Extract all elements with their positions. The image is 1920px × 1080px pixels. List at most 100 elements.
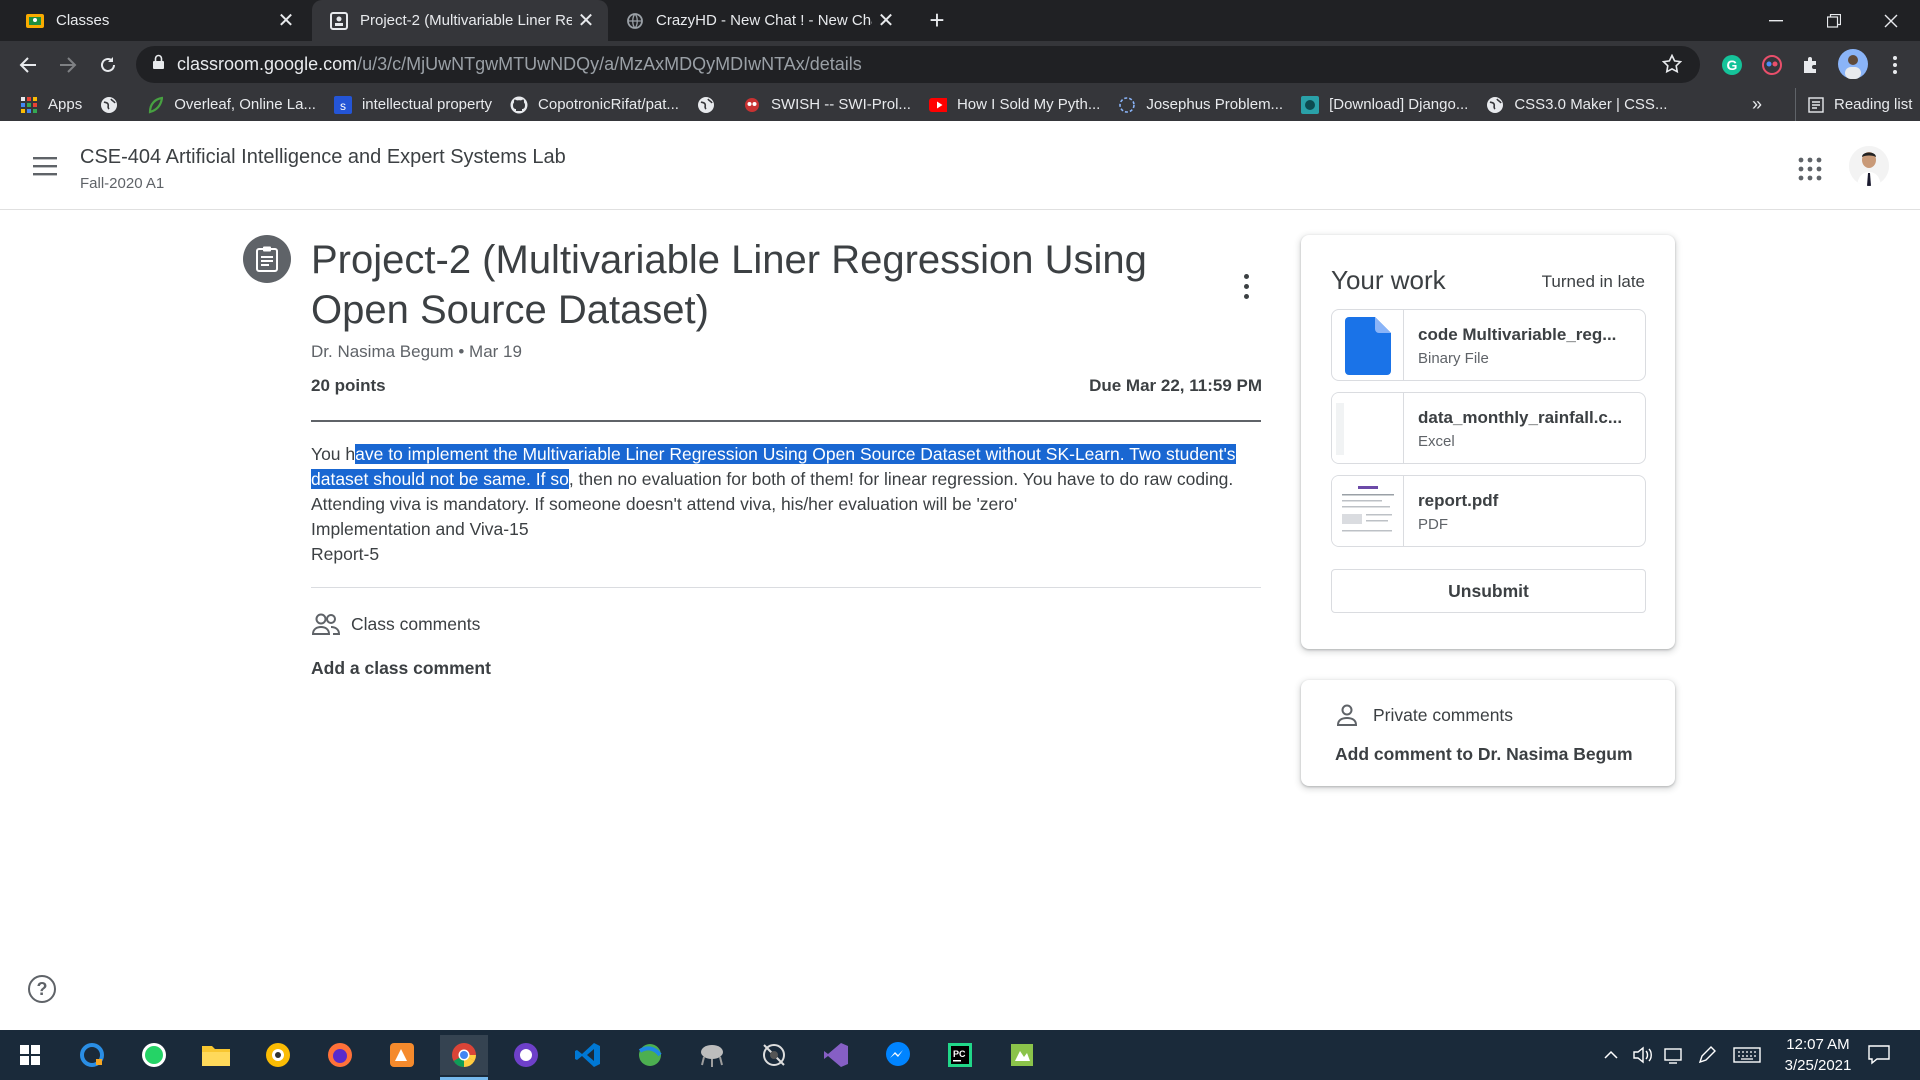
app-icon[interactable] xyxy=(378,1035,426,1075)
bookmark-josephus[interactable]: Josephus Problem... xyxy=(1118,91,1283,119)
profile-avatar[interactable] xyxy=(1838,49,1868,79)
clock-date: 3/25/2021 xyxy=(1784,1057,1852,1074)
divider xyxy=(311,420,1261,422)
bookmark-django[interactable]: [Download] Django... xyxy=(1301,91,1468,119)
back-button[interactable] xyxy=(12,49,44,81)
tab-classes[interactable]: Classes ✕ xyxy=(8,0,308,41)
network-icon[interactable] xyxy=(1664,1030,1686,1080)
app-icon[interactable] xyxy=(626,1035,674,1075)
add-class-comment-button[interactable]: Add a class comment xyxy=(311,658,491,679)
github-icon xyxy=(510,96,528,114)
windows-start-icon[interactable] xyxy=(6,1035,54,1075)
volume-icon[interactable] xyxy=(1632,1030,1654,1080)
system-clock[interactable]: 12:07 AM 3/25/2021 xyxy=(1770,1034,1866,1076)
bookmark-css3-maker[interactable]: CSS3.0 Maker | CSS... xyxy=(1486,91,1667,119)
bookmark-github[interactable]: CopotronicRifat/pat... xyxy=(510,91,679,119)
close-window-button[interactable] xyxy=(1862,0,1920,41)
grammarly-extension-icon[interactable]: G xyxy=(1720,53,1744,77)
close-tab-icon[interactable]: ✕ xyxy=(272,7,300,35)
app-icon[interactable] xyxy=(254,1035,302,1075)
pen-icon[interactable] xyxy=(1697,1030,1717,1080)
new-tab-button[interactable]: + xyxy=(923,5,951,35)
whatsapp-icon[interactable] xyxy=(130,1035,178,1075)
bookmark-apps[interactable]: Apps xyxy=(20,91,82,119)
globe-icon xyxy=(697,96,715,114)
search-app-icon[interactable] xyxy=(68,1035,116,1075)
url-path: /u/3/c/MjUwNTgwMTUwNDQy/a/MzAxMDQyMDIwNT… xyxy=(357,54,862,74)
firefox-icon[interactable] xyxy=(316,1035,364,1075)
bookmark-label: Josephus Problem... xyxy=(1146,96,1284,113)
bookmark-globe-2[interactable] xyxy=(697,91,725,119)
app-icon[interactable] xyxy=(998,1035,1046,1075)
tab-project-2[interactable]: Project-2 (Multivariable Liner Reg ✕ xyxy=(312,0,608,41)
bookmark-globe[interactable] xyxy=(100,91,128,119)
close-tab-icon[interactable]: ✕ xyxy=(572,7,600,35)
tab-crazyhd[interactable]: CrazyHD - New Chat ! - New Cha ✕ xyxy=(608,0,908,41)
class-comments-header: Class comments xyxy=(311,612,480,636)
add-private-comment-button[interactable]: Add comment to Dr. Nasima Begum xyxy=(1335,744,1633,765)
app-icon[interactable] xyxy=(750,1035,798,1075)
attachment-name: code Multivariable_reg... xyxy=(1418,325,1617,344)
minimize-button[interactable] xyxy=(1747,0,1805,41)
assignment-favicon-icon xyxy=(330,11,348,30)
course-title[interactable]: CSE-404 Artificial Intelligence and Expe… xyxy=(80,146,566,169)
swish-owl-icon xyxy=(743,96,761,114)
more-bookmarks-button[interactable]: » xyxy=(1752,88,1762,121)
reload-button[interactable] xyxy=(92,49,124,81)
chrome-icon[interactable] xyxy=(440,1035,488,1080)
more-options-icon[interactable] xyxy=(1232,270,1260,302)
tab-title: Classes xyxy=(56,12,110,29)
bookmark-label: CopotronicRifat/pat... xyxy=(538,96,679,113)
pdf-thumbnail-icon xyxy=(1332,476,1404,546)
pycharm-icon[interactable]: PC xyxy=(936,1035,984,1075)
file-explorer-icon[interactable] xyxy=(192,1035,240,1075)
file-icon xyxy=(1332,310,1404,380)
bookmark-swish[interactable]: SWISH -- SWI-Prol... xyxy=(743,91,911,119)
reading-list-button[interactable]: Reading list xyxy=(1795,88,1912,121)
attachment-item[interactable]: report.pdf PDF xyxy=(1331,475,1646,547)
s-logo-icon: s xyxy=(333,95,352,114)
classroom-favicon-icon xyxy=(26,12,44,30)
github-desktop-icon[interactable] xyxy=(502,1035,550,1075)
reading-list-icon xyxy=(1808,96,1824,113)
svg-text:PC: PC xyxy=(953,1049,966,1059)
lock-icon[interactable] xyxy=(152,54,165,75)
google-apps-icon[interactable] xyxy=(1798,157,1822,181)
person-icon xyxy=(1335,703,1359,727)
private-comments-label: Private comments xyxy=(1373,704,1514,725)
app-icon[interactable] xyxy=(688,1035,736,1075)
class-comments-label: Class comments xyxy=(351,613,481,634)
classroom-header: CSE-404 Artificial Intelligence and Expe… xyxy=(0,121,1920,210)
account-avatar[interactable] xyxy=(1849,146,1889,186)
attachment-type: Excel xyxy=(1418,433,1455,450)
unsubmit-button[interactable]: Unsubmit xyxy=(1331,569,1646,613)
help-icon[interactable]: ? xyxy=(28,975,56,1003)
action-center-icon[interactable] xyxy=(1868,1030,1890,1080)
forward-button[interactable] xyxy=(52,49,84,81)
bookmark-overleaf[interactable]: Overleaf, Online La... xyxy=(146,91,316,119)
show-hidden-icons[interactable] xyxy=(1604,1030,1618,1080)
messenger-icon[interactable] xyxy=(874,1035,922,1075)
bookmark-youtube[interactable]: How I Sold My Pyth... xyxy=(928,91,1100,119)
people-icon xyxy=(311,612,341,636)
extensions-puzzle-icon[interactable] xyxy=(1799,53,1823,77)
bookmark-star-icon[interactable] xyxy=(1661,53,1683,79)
main-menu-icon[interactable] xyxy=(28,151,62,181)
address-bar[interactable]: classroom.google.com/u/3/c/MjUwNTgwMTUwN… xyxy=(136,46,1700,83)
attachment-item[interactable]: data_monthly_rainfall.c... Excel xyxy=(1331,392,1646,464)
extension-icon[interactable] xyxy=(1760,53,1784,77)
browser-toolbar: classroom.google.com/u/3/c/MjUwNTgwMTUwN… xyxy=(0,41,1920,88)
vscode-icon[interactable] xyxy=(564,1035,612,1075)
description-paragraph: You have to implement the Multivariable … xyxy=(311,442,1263,517)
bookmark-intellectual-property[interactable]: s intellectual property xyxy=(333,91,492,119)
keyboard-icon[interactable] xyxy=(1733,1030,1761,1080)
bookmark-label: [Download] Django... xyxy=(1329,96,1469,113)
attachment-item[interactable]: code Multivariable_reg... Binary File xyxy=(1331,309,1646,381)
attachment-type: Binary File xyxy=(1418,350,1489,367)
chrome-menu-icon[interactable] xyxy=(1883,53,1907,77)
django-download-icon xyxy=(1301,95,1320,114)
close-tab-icon[interactable]: ✕ xyxy=(872,7,900,35)
svg-text:s: s xyxy=(340,99,346,113)
visual-studio-icon[interactable] xyxy=(812,1035,860,1075)
restore-button[interactable] xyxy=(1805,0,1863,41)
